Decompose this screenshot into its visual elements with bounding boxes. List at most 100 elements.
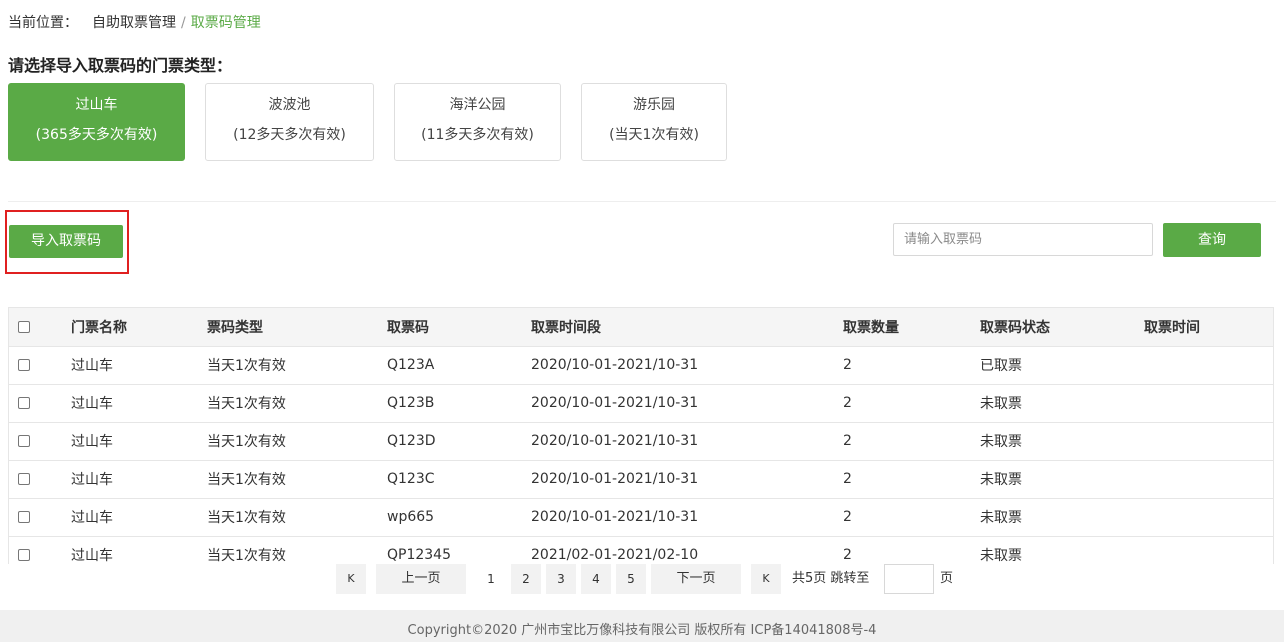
- row-checkbox-cell: [9, 346, 71, 385]
- cell-ticket-name: 过山车: [71, 460, 207, 499]
- cell-period: 2020/10-01-2021/10-31: [531, 422, 843, 461]
- cell-status: 未取票: [980, 422, 1144, 461]
- row-checkbox[interactable]: [18, 359, 30, 371]
- cell-code-type: 当天1次有效: [207, 498, 387, 537]
- ticket-type-name: 游乐园: [633, 97, 675, 113]
- ticket-type-name: 过山车: [75, 97, 118, 113]
- cell-code: Q123A: [387, 346, 531, 385]
- cell-code-type: 当天1次有效: [207, 536, 387, 564]
- query-button[interactable]: 查询: [1163, 223, 1261, 257]
- cell-period: 2020/10-01-2021/10-31: [531, 346, 843, 385]
- breadcrumb-prefix: 当前位置：: [8, 15, 78, 31]
- cell-period: 2020/10-01-2021/10-31: [531, 460, 843, 499]
- next-page-button[interactable]: 下一页: [651, 564, 741, 594]
- cell-code-type: 当天1次有效: [207, 384, 387, 423]
- cell-status: 未取票: [980, 536, 1144, 564]
- row-checkbox[interactable]: [18, 435, 30, 447]
- select-all-cell: [9, 308, 71, 347]
- search-code-input[interactable]: [893, 223, 1153, 256]
- row-checkbox[interactable]: [18, 397, 30, 409]
- cell-quantity: 2: [843, 384, 980, 423]
- ticket-type-desc: (当天1次有效): [609, 127, 699, 143]
- row-checkbox[interactable]: [18, 549, 30, 561]
- cell-period: 2020/10-01-2021/10-31: [531, 384, 843, 423]
- cell-pickup-time: [1144, 346, 1273, 385]
- row-checkbox-cell: [9, 498, 71, 537]
- ticket-type-desc: (11多天多次有效): [421, 127, 534, 143]
- row-checkbox[interactable]: [18, 511, 30, 523]
- row-checkbox-cell: [9, 536, 71, 564]
- cell-period: 2021/02-01-2021/02-10: [531, 536, 843, 564]
- cell-status: 未取票: [980, 498, 1144, 537]
- page-number-3[interactable]: 3: [546, 564, 576, 594]
- total-pages-text: 共5页 跳转至: [792, 571, 870, 586]
- breadcrumb-current: 取票码管理: [190, 15, 261, 31]
- cell-quantity: 2: [843, 346, 980, 385]
- table-row: 过山车 当天1次有效 Q123B 2020/10-01-2021/10-31 2…: [9, 384, 1273, 423]
- row-checkbox-cell: [9, 422, 71, 461]
- ticket-type-name: 海洋公园: [449, 97, 506, 113]
- cell-code: Q123D: [387, 422, 531, 461]
- cell-quantity: 2: [843, 498, 980, 537]
- table-header-row: 门票名称 票码类型 取票码 取票时间段 取票数量 取票码状态 取票时间: [9, 308, 1273, 347]
- ticket-type-card-roller-coaster[interactable]: 过山车 (365多天多次有效): [8, 83, 185, 161]
- cell-status: 未取票: [980, 460, 1144, 499]
- breadcrumb-separator: /: [181, 15, 186, 31]
- ticket-type-card-ball-pool[interactable]: 波波池 (12多天多次有效): [205, 83, 374, 161]
- cell-status: 已取票: [980, 346, 1144, 385]
- cell-ticket-name: 过山车: [71, 346, 207, 385]
- cell-code: QP12345: [387, 536, 531, 564]
- ticket-type-name: 波波池: [268, 97, 311, 113]
- cell-ticket-name: 过山车: [71, 498, 207, 537]
- cell-pickup-time: [1144, 384, 1273, 423]
- prev-page-button[interactable]: 上一页: [376, 564, 466, 594]
- ticket-type-desc: (365多天多次有效): [35, 127, 158, 143]
- section-divider: [8, 201, 1276, 202]
- ticket-type-card-amusement-park[interactable]: 游乐园 (当天1次有效): [581, 83, 727, 161]
- first-page-icon[interactable]: K: [336, 564, 366, 594]
- column-header-code: 取票码: [387, 308, 531, 347]
- column-header-ticket-name: 门票名称: [71, 308, 207, 347]
- ticket-type-card-ocean-park[interactable]: 海洋公园 (11多天多次有效): [394, 83, 561, 161]
- ticket-type-desc: (12多天多次有效): [233, 127, 346, 143]
- cell-pickup-time: [1144, 498, 1273, 537]
- page-number-4[interactable]: 4: [581, 564, 611, 594]
- cell-pickup-time: [1144, 536, 1273, 564]
- cell-pickup-time: [1144, 460, 1273, 499]
- import-code-button[interactable]: 导入取票码: [9, 225, 123, 258]
- copyright-footer: Copyright©2020 广州市宝比万像科技有限公司 版权所有 ICP备14…: [0, 610, 1284, 642]
- cell-code: wp665: [387, 498, 531, 537]
- table-row: 过山车 当天1次有效 Q123D 2020/10-01-2021/10-31 2…: [9, 422, 1273, 461]
- ticket-type-prompt: 请选择导入取票码的门票类型：: [8, 56, 233, 75]
- code-table: 门票名称 票码类型 取票码 取票时间段 取票数量 取票码状态 取票时间 过山车 …: [9, 308, 1273, 564]
- cell-ticket-name: 过山车: [71, 536, 207, 564]
- row-checkbox-cell: [9, 384, 71, 423]
- page-number-5[interactable]: 5: [616, 564, 646, 594]
- select-all-checkbox[interactable]: [18, 320, 30, 333]
- table-row: 过山车 当天1次有效 Q123C 2020/10-01-2021/10-31 2…: [9, 460, 1273, 499]
- breadcrumb-home-link[interactable]: 自助取票管理: [92, 15, 176, 31]
- column-header-code-type: 票码类型: [207, 308, 387, 347]
- cell-code: Q123B: [387, 384, 531, 423]
- cell-quantity: 2: [843, 422, 980, 461]
- column-header-status: 取票码状态: [980, 308, 1144, 347]
- cell-pickup-time: [1144, 422, 1273, 461]
- table-row: 过山车 当天1次有效 wp665 2020/10-01-2021/10-31 2…: [9, 498, 1273, 537]
- cell-code-type: 当天1次有效: [207, 422, 387, 461]
- cell-quantity: 2: [843, 460, 980, 499]
- page-suffix-text: 页: [940, 571, 954, 586]
- row-checkbox[interactable]: [18, 473, 30, 485]
- cell-code-type: 当天1次有效: [207, 346, 387, 385]
- column-header-quantity: 取票数量: [843, 308, 980, 347]
- cell-quantity: 2: [843, 536, 980, 564]
- page-number-2[interactable]: 2: [511, 564, 541, 594]
- column-header-period: 取票时间段: [531, 308, 843, 347]
- code-table-container[interactable]: 门票名称 票码类型 取票码 取票时间段 取票数量 取票码状态 取票时间 过山车 …: [8, 307, 1274, 564]
- page-number-1[interactable]: 1: [476, 564, 506, 594]
- jump-page-input[interactable]: [884, 564, 934, 594]
- row-checkbox-cell: [9, 460, 71, 499]
- cell-period: 2020/10-01-2021/10-31: [531, 498, 843, 537]
- last-page-icon[interactable]: K: [751, 564, 781, 594]
- cell-code: Q123C: [387, 460, 531, 499]
- cell-code-type: 当天1次有效: [207, 460, 387, 499]
